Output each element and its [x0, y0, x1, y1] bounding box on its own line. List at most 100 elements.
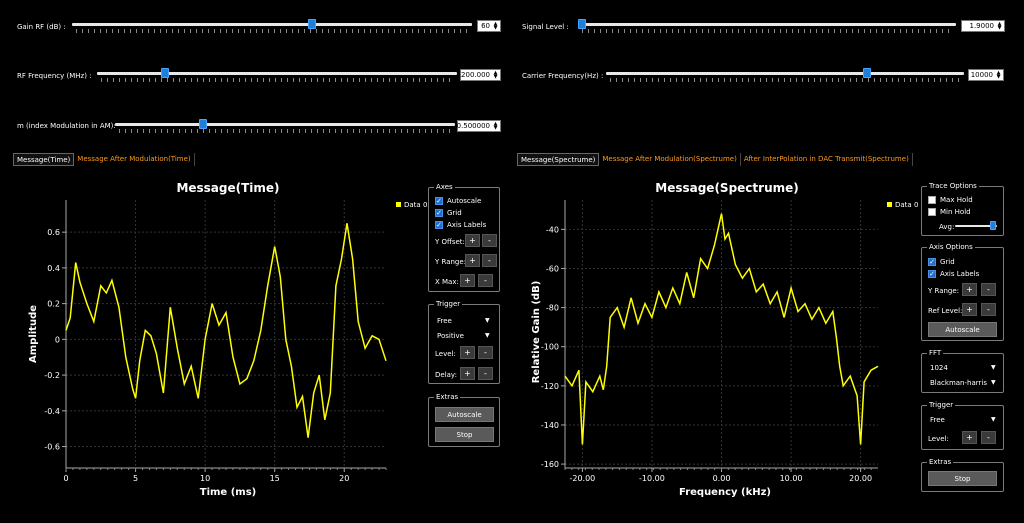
spectrum-autoscale-button[interactable]: Autoscale	[928, 322, 997, 337]
max-hold-checkbox[interactable]: Max Hold	[928, 196, 973, 204]
time-chart-legend-swatch	[396, 202, 401, 207]
spectrum-trigger-mode-dropdown[interactable]: Free	[930, 416, 945, 424]
m-index-slider-ticks	[119, 129, 451, 133]
time-chart-series-data-0	[65, 223, 387, 438]
signal-level-slider-handle[interactable]	[577, 19, 586, 29]
y-range-plus-button[interactable]: +	[465, 254, 480, 267]
spin-arrows-icon[interactable]: ▲ ▼	[996, 22, 1003, 31]
dropdown-arrow-icon[interactable]: ▼	[991, 364, 996, 371]
tab-after-interpolation-spectrume[interactable]: After InterPolation in DAC Transmit(Spec…	[741, 153, 913, 166]
trigger-mode-dropdown[interactable]: Free	[437, 317, 452, 325]
spectrum-chart: Message(Spectrume) -20.00 -10.00 0.00 10.00…	[531, 181, 918, 498]
spin-arrows-icon[interactable]: ▲ ▼	[492, 71, 499, 80]
spectrum-stop-button[interactable]: Stop	[928, 471, 997, 486]
m-index-slider-handle[interactable]	[199, 119, 208, 129]
time-chart-y-tick-label: -0.2	[44, 371, 60, 380]
time-chart-y-tick-label: -0.6	[44, 443, 60, 452]
m-index-slider-track[interactable]	[115, 123, 455, 126]
spectrum-y-range-label: Y Range:	[928, 287, 960, 295]
trace-options-title: Trace Options	[927, 182, 979, 190]
fft-size-dropdown[interactable]: 1024	[930, 364, 948, 372]
rf-frequency-spinbox[interactable]: 1200.000 ▲ ▼	[457, 69, 501, 81]
time-stop-button[interactable]: Stop	[435, 427, 494, 442]
y-offset-plus-button[interactable]: +	[465, 234, 480, 247]
dropdown-arrow-icon[interactable]: ▼	[485, 317, 490, 324]
signal-level-spinbox[interactable]: 1.9000 ▲ ▼	[961, 20, 1005, 32]
spectrum-chart-x-tick-label: 0.00	[713, 474, 731, 483]
spectrum-trigger-level-minus-button[interactable]: -	[981, 431, 996, 444]
grid-checkbox[interactable]: ✓ Grid	[435, 209, 462, 217]
trigger-level-plus-button[interactable]: +	[460, 346, 475, 359]
axis-labels-checkbox[interactable]: ✓ Axis Labels	[435, 221, 486, 229]
spin-arrows-icon[interactable]: ▲ ▼	[492, 122, 499, 131]
carrier-frequency-label: Carrier Frequency(Hz) :	[522, 72, 604, 80]
dropdown-arrow-icon[interactable]: ▼	[991, 379, 996, 386]
gain-rf-label: Gain RF (dB) :	[17, 23, 66, 31]
spectrum-grid-checkbox[interactable]: ✓ Grid	[928, 258, 955, 266]
time-chart-x-tick-label: 0	[63, 474, 68, 483]
spectrum-axis-labels-checkbox[interactable]: ✓ Axis Labels	[928, 270, 979, 278]
dropdown-arrow-icon[interactable]: ▼	[485, 332, 490, 339]
axis-options-group: Axis Options ✓ Grid ✓ Axis Labels Y Range:…	[921, 243, 1004, 341]
trigger-level-minus-button[interactable]: -	[478, 346, 493, 359]
dropdown-arrow-icon[interactable]: ▼	[991, 416, 996, 423]
carrier-frequency-slider-track[interactable]	[606, 72, 964, 75]
signal-level-value: 1.9000	[969, 22, 995, 30]
time-chart-x-tick-label: 5	[133, 474, 138, 483]
x-max-label: X Max:	[435, 278, 459, 286]
axes-group-title: Axes	[434, 183, 455, 191]
spectrum-y-range-plus-button[interactable]: +	[962, 283, 977, 296]
time-chart-title: Message(Time)	[176, 181, 279, 195]
ref-level-minus-button[interactable]: -	[981, 303, 996, 316]
axis-labels-checkbox-label: Axis Labels	[447, 221, 487, 229]
spectrum-y-range-minus-button[interactable]: -	[981, 283, 996, 296]
autoscale-checkbox[interactable]: ✓ Autoscale	[435, 197, 481, 205]
gain-rf-slider-track[interactable]	[72, 23, 472, 26]
left-trigger-title: Trigger	[434, 300, 463, 308]
axis-options-title: Axis Options	[927, 243, 975, 251]
carrier-frequency-slider-handle[interactable]	[863, 68, 872, 78]
avg-label: Avg:	[939, 223, 955, 231]
carrier-frequency-spinbox[interactable]: 10000 ▲ ▼	[968, 69, 1004, 81]
spin-arrows-icon[interactable]: ▲ ▼	[995, 71, 1002, 80]
x-max-plus-button[interactable]: +	[460, 274, 475, 287]
left-extras-title: Extras	[434, 393, 461, 401]
signal-level-label: Signal Level :	[522, 23, 569, 31]
carrier-frequency-slider-ticks	[610, 78, 960, 82]
trigger-slope-dropdown[interactable]: Positive	[437, 332, 464, 340]
carrier-frequency-value: 10000	[970, 71, 993, 79]
spectrum-chart-ticks: -20.00 -10.00 0.00 10.00 20.00 -160 -140 -120 -1…	[541, 225, 872, 483]
spectrum-trigger-level-plus-button[interactable]: +	[962, 431, 977, 444]
spectrum-chart-legend-label: Data 0	[895, 201, 918, 209]
tab-message-after-modulation-spectrume[interactable]: Message After Modulation(Spectrume)	[599, 153, 741, 166]
spectrum-chart-y-tick-label: -100	[541, 343, 559, 352]
avg-slider-handle[interactable]	[990, 221, 996, 230]
tab-message-spectrume[interactable]: Message(Spectrume)	[517, 153, 600, 166]
rf-frequency-slider-track[interactable]	[97, 72, 457, 75]
spin-arrows-icon[interactable]: ▲ ▼	[492, 22, 499, 31]
min-hold-checkbox[interactable]: Min Hold	[928, 208, 971, 216]
time-autoscale-button[interactable]: Autoscale	[435, 407, 494, 422]
tab-message-time[interactable]: Message(Time)	[13, 153, 75, 166]
time-chart-ylabel: Amplitude	[28, 305, 39, 363]
y-offset-label: Y Offset:	[435, 238, 465, 246]
tab-message-after-modulation-time[interactable]: Message After Modulation(Time)	[74, 153, 195, 166]
time-chart-y-tick-label: 0.4	[47, 264, 60, 273]
gain-rf-spinbox[interactable]: 60 ▲ ▼	[477, 20, 501, 32]
trigger-delay-plus-button[interactable]: +	[460, 367, 475, 380]
ref-level-plus-button[interactable]: +	[962, 303, 977, 316]
gain-rf-slider-handle[interactable]	[308, 19, 316, 29]
m-index-label: m (index Modulation in AM):	[17, 122, 116, 130]
x-max-minus-button[interactable]: -	[478, 274, 493, 287]
y-range-minus-button[interactable]: -	[482, 254, 497, 267]
trigger-delay-minus-button[interactable]: -	[478, 367, 493, 380]
y-offset-minus-button[interactable]: -	[482, 234, 497, 247]
rf-frequency-label: RF Frequency (MHz) :	[17, 72, 92, 80]
m-index-spinbox[interactable]: 0.500000 ▲ ▼	[457, 120, 501, 132]
fft-window-dropdown[interactable]: Blackman-harris	[930, 379, 987, 387]
signal-level-slider-track[interactable]	[578, 23, 956, 26]
spectrum-chart-legend-swatch	[887, 202, 892, 207]
rf-frequency-slider-handle[interactable]	[161, 68, 170, 78]
max-hold-label: Max Hold	[940, 196, 973, 204]
spectrum-chart-xlabel: Frequency (kHz)	[679, 487, 771, 498]
